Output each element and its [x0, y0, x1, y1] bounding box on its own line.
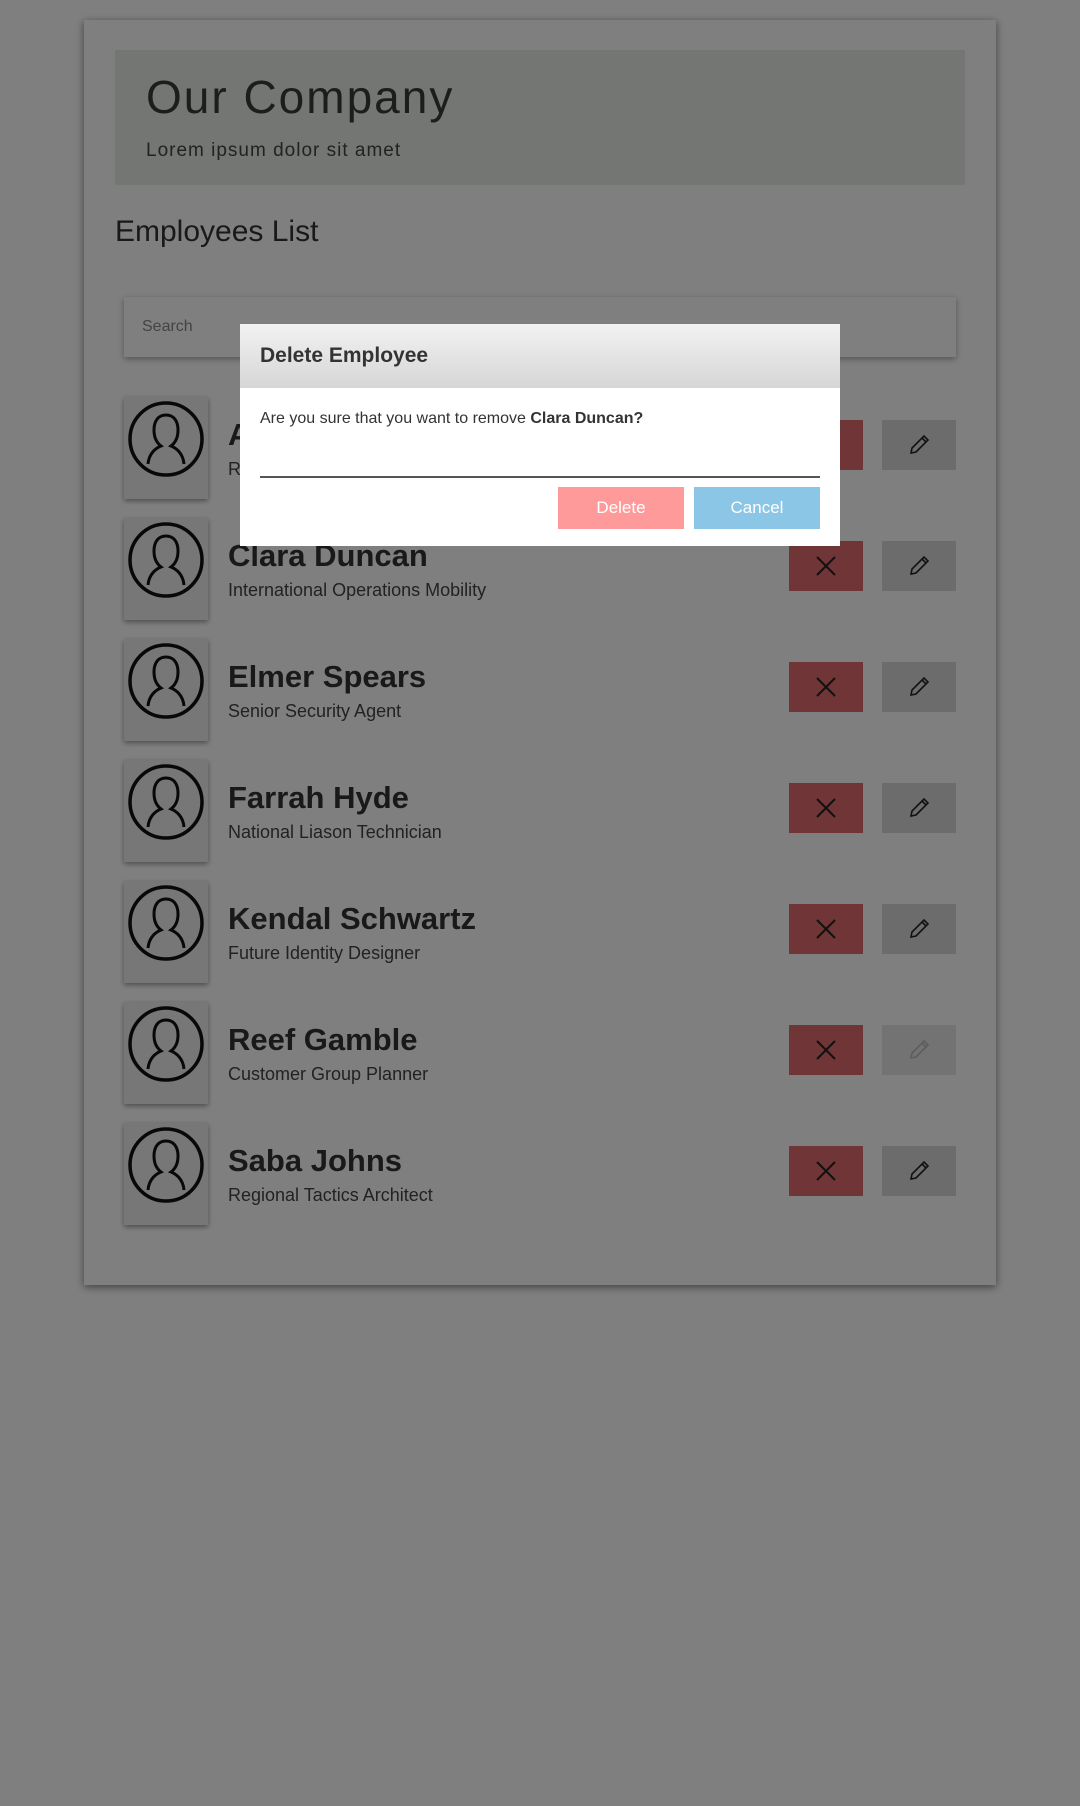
dialog-header: Delete Employee — [240, 324, 840, 388]
dialog-target-name: Clara Duncan? — [530, 410, 644, 427]
delete-employee-dialog: Delete Employee Are you sure that you wa… — [240, 324, 840, 546]
confirm-delete-button[interactable]: Delete — [558, 487, 684, 529]
dialog-title: Delete Employee — [260, 344, 429, 367]
modal-backdrop[interactable] — [0, 0, 1080, 1806]
dialog-message-text: Are you sure that you want to remove — [260, 410, 531, 427]
dialog-divider — [260, 476, 820, 478]
cancel-button[interactable]: Cancel — [694, 487, 820, 529]
dialog-message: Are you sure that you want to remove Cla… — [260, 410, 643, 428]
